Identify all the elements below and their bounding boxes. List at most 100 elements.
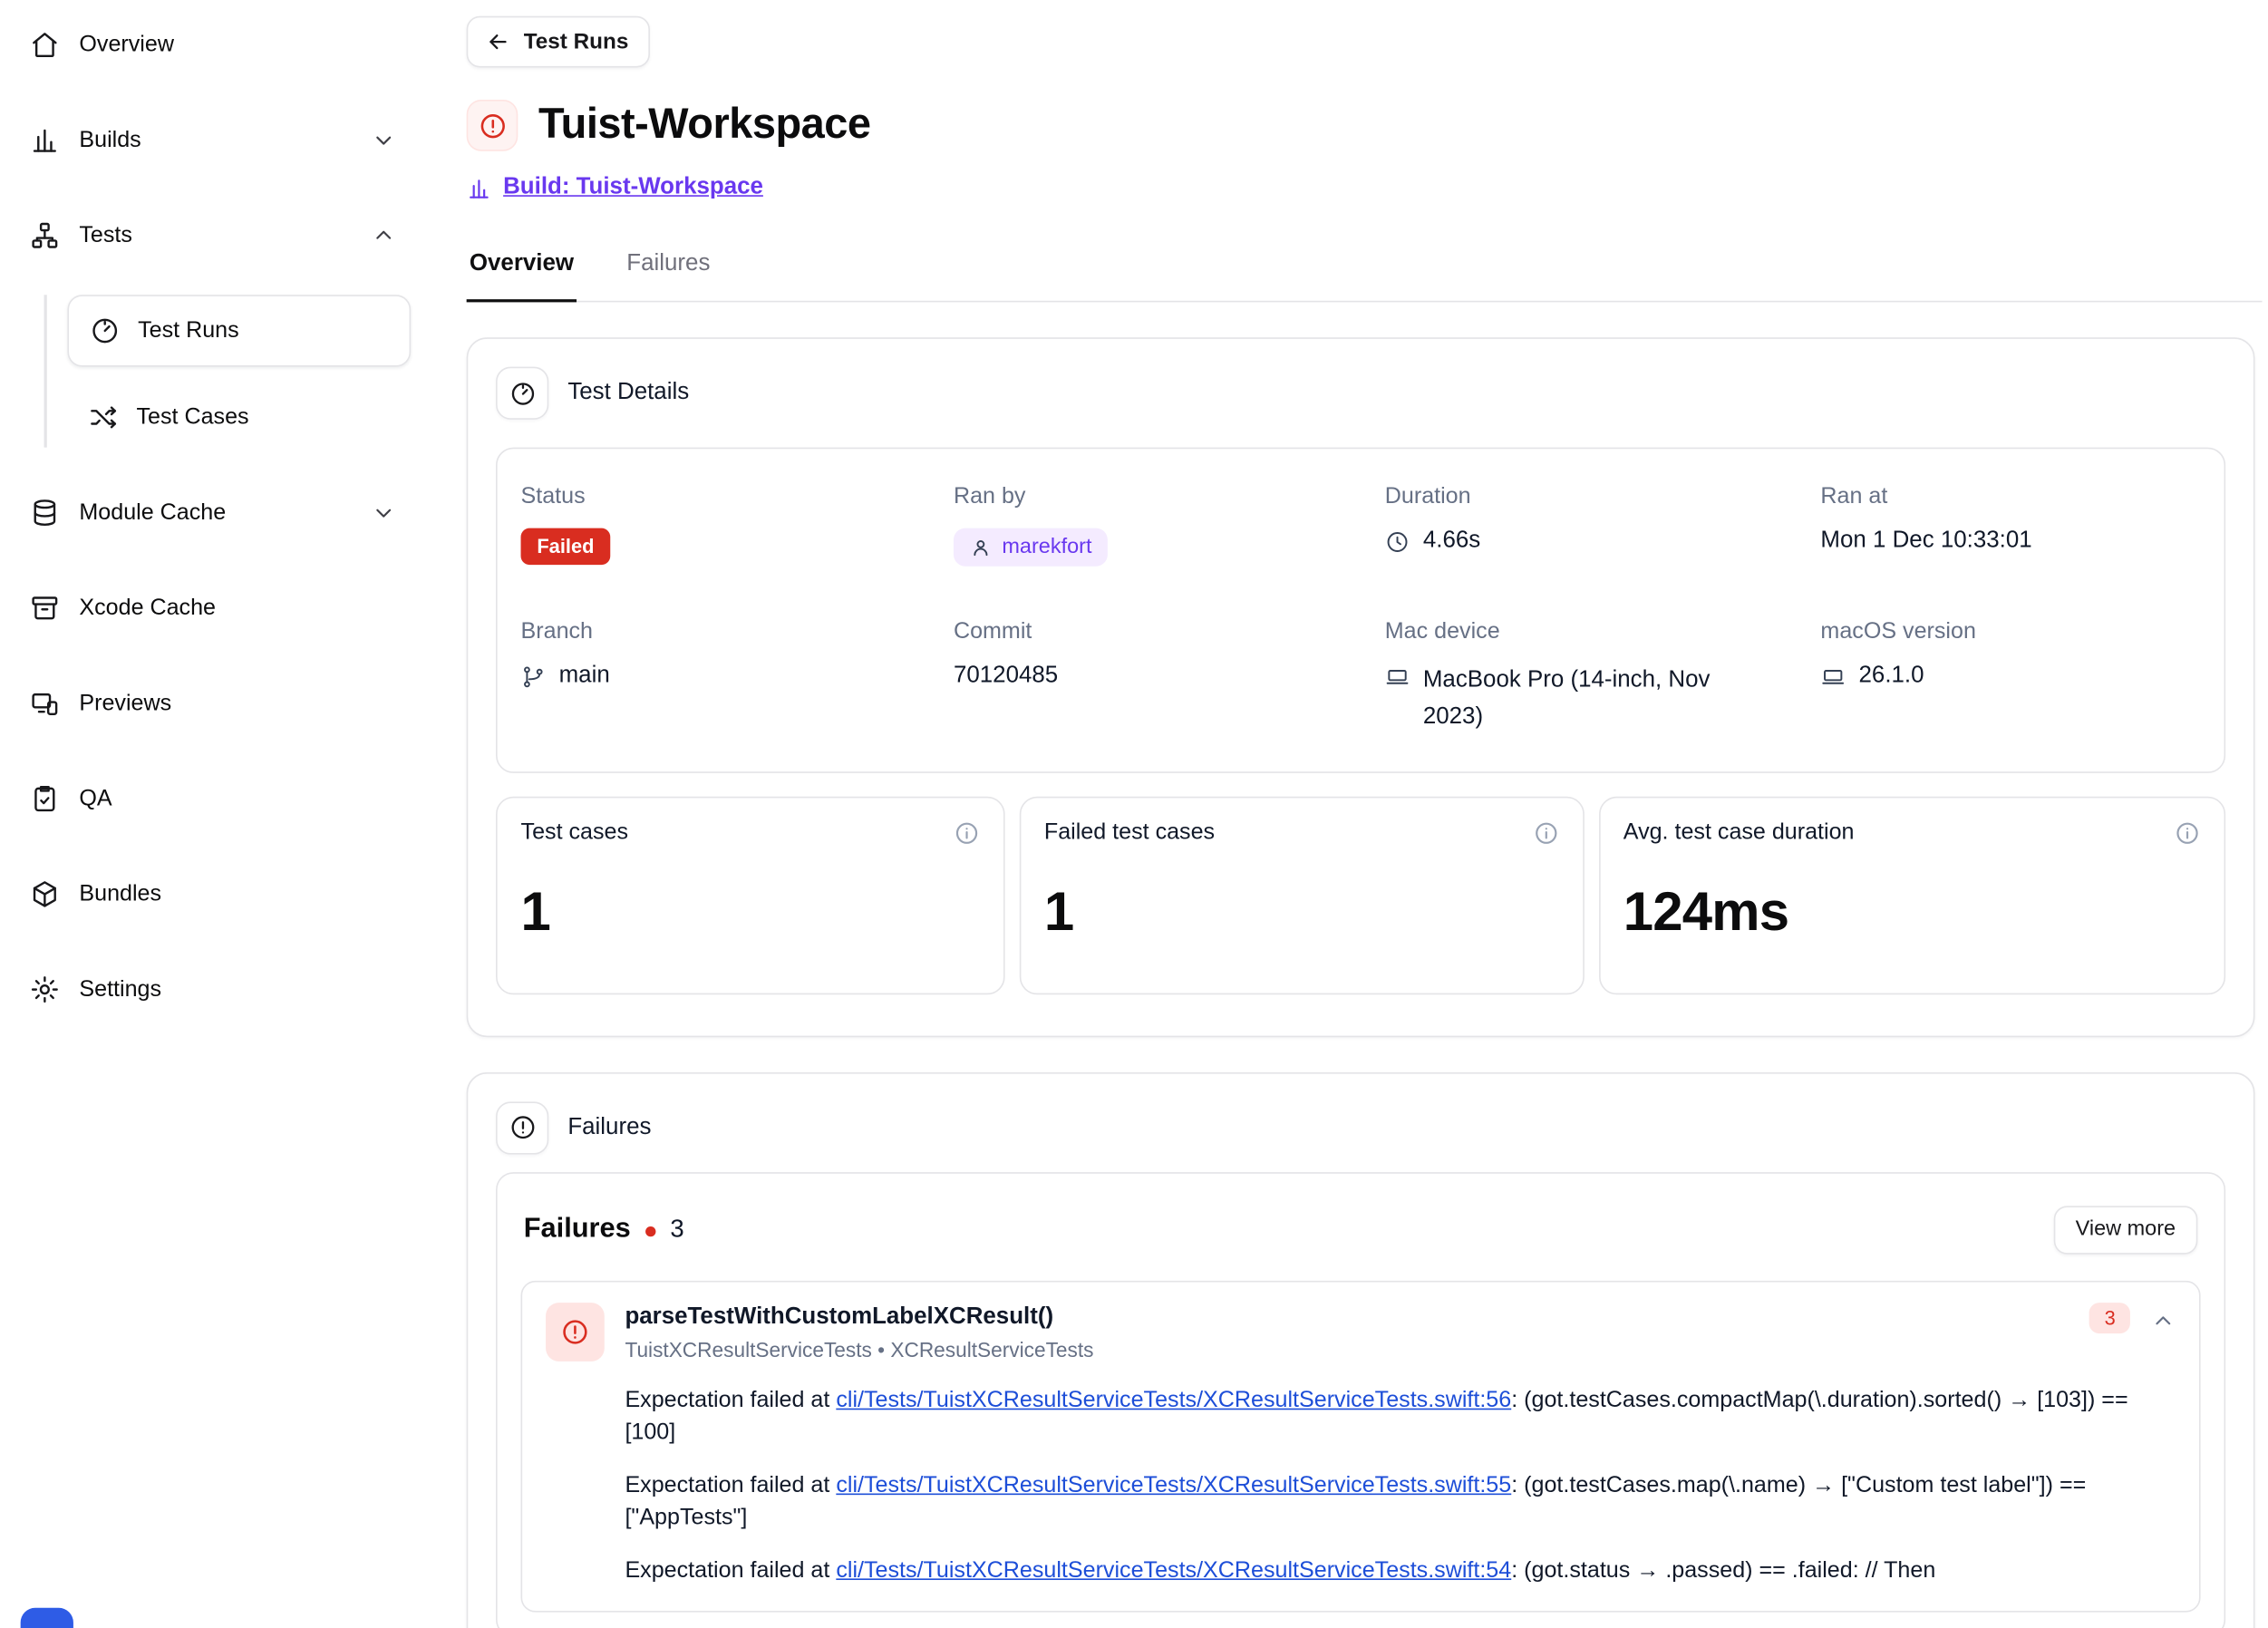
chevron-down-icon (371, 500, 396, 526)
user-badge[interactable]: marekfort (954, 528, 1108, 567)
failed-alert-icon (467, 100, 519, 151)
tab-failures[interactable]: Failures (624, 244, 713, 301)
field-label: macOS version (1820, 619, 2200, 645)
status-badge: Failed (521, 528, 611, 565)
field-label: Mac device (1385, 619, 1821, 645)
shuffle-icon (88, 402, 119, 432)
sidebar-item-overview[interactable]: Overview (24, 9, 417, 81)
user-badge-label: marekfort (1002, 536, 1091, 559)
field-duration: Duration 4.66s (1385, 484, 1821, 567)
info-icon[interactable] (1532, 819, 1558, 846)
build-icon (467, 175, 492, 200)
metric-label: Failed test cases (1044, 819, 1215, 846)
failures-alert-icon (496, 1101, 548, 1154)
chevron-up-icon[interactable] (2151, 1308, 2176, 1333)
failures-count: 3 (670, 1215, 683, 1244)
view-more-button[interactable]: View more (2053, 1206, 2197, 1254)
sidebar-item-label: QA (79, 786, 111, 812)
gear-icon (29, 974, 60, 1005)
count-dot (645, 1226, 655, 1236)
package-icon (29, 878, 60, 909)
build-link[interactable]: Build: Tuist-Workspace (503, 175, 763, 201)
sidebar-item-label: Tests (79, 222, 132, 248)
branch-value: main (559, 664, 610, 690)
clock-icon (1385, 529, 1410, 555)
account-avatar[interactable] (21, 1608, 73, 1628)
sidebar-item-label: Xcode Cache (79, 595, 216, 621)
sidebar-item-module-cache[interactable]: Module Cache (24, 477, 417, 548)
laptop-icon (1820, 664, 1846, 690)
metric-value: 1 (1044, 881, 1559, 943)
chevron-up-icon (371, 223, 396, 248)
metric-value: 124ms (1623, 881, 2201, 943)
sidebar-item-test-cases[interactable]: Test Cases (67, 382, 411, 453)
info-icon[interactable] (954, 819, 980, 846)
test-details-card: Test Details Status Failed Ran by (467, 337, 2255, 1036)
metrics-row: Test cases 1 Failed test cases 1 (496, 796, 2225, 993)
failures-title: Failures (567, 1114, 651, 1140)
expectation-prefix: Expectation failed at (625, 1557, 836, 1583)
metric-label: Avg. test case duration (1623, 819, 1855, 846)
expectation-prefix: Expectation failed at (625, 1387, 836, 1412)
main-content: Test Runs Tuist-Workspace Build: Tuist-W… (441, 0, 2268, 1628)
sidebar-item-xcode-cache[interactable]: Xcode Cache (24, 572, 417, 644)
mac-device-value: MacBook Pro (14-inch, Nov 2023) (1423, 664, 1729, 736)
laptop-icon (1385, 664, 1410, 690)
field-ran-at: Ran at Mon 1 Dec 10:33:01 (1820, 484, 2200, 567)
clipboard-check-icon (29, 783, 60, 814)
sidebar-item-previews[interactable]: Previews (24, 667, 417, 739)
back-button-label: Test Runs (524, 29, 629, 54)
info-icon[interactable] (2174, 819, 2200, 846)
field-status: Status Failed (521, 484, 954, 567)
ran-at-value: Mon 1 Dec 10:33:01 (1820, 528, 2031, 555)
database-icon (29, 498, 60, 528)
failures-panel-title: Failures (524, 1214, 631, 1246)
sidebar-item-label: Test Runs (138, 317, 239, 344)
subnav-guide-line (44, 295, 46, 447)
sidebar-item-builds[interactable]: Builds (24, 104, 417, 176)
expectation-line: Expectation failed at cli/Tests/TuistXCR… (625, 1384, 2176, 1449)
chevron-down-icon (371, 128, 396, 153)
page-title: Tuist-Workspace (538, 102, 871, 150)
sidebar-item-tests[interactable]: Tests (24, 199, 417, 271)
alert-icon (546, 1302, 605, 1361)
sidebar-item-label: Overview (79, 32, 174, 58)
sidebar-item-label: Builds (79, 127, 141, 153)
expectation-file-link[interactable]: cli/Tests/TuistXCResultServiceTests/XCRe… (836, 1387, 1511, 1412)
back-button[interactable]: Test Runs (467, 16, 651, 68)
failure-item: parseTestWithCustomLabelXCResult() Tuist… (521, 1280, 2201, 1612)
failure-item-header[interactable]: parseTestWithCustomLabelXCResult() Tuist… (546, 1302, 2176, 1361)
sidebar-item-test-runs[interactable]: Test Runs (67, 295, 411, 366)
field-ran-by: Ran by marekfort (954, 484, 1385, 567)
failure-count-badge: 3 (2089, 1302, 2130, 1332)
field-label: Status (521, 484, 954, 510)
expectation-file-link[interactable]: cli/Tests/TuistXCResultServiceTests/XCRe… (836, 1557, 1511, 1583)
field-branch: Branch main (521, 619, 954, 736)
tests-subnav: Test Runs Test Cases (44, 295, 417, 453)
arrow-left-icon (486, 29, 511, 54)
app-window: Overview Builds Tests (0, 0, 2268, 1628)
viewport: Overview Builds Tests (0, 0, 2268, 1628)
duration-value: 4.66s (1423, 528, 1480, 555)
expectations-list: Expectation failed at cli/Tests/TuistXCR… (625, 1384, 2176, 1586)
home-icon (29, 29, 60, 60)
tab-overview[interactable]: Overview (467, 244, 577, 303)
failure-name: parseTestWithCustomLabelXCResult() (625, 1302, 1093, 1330)
expectation-line: Expectation failed at cli/Tests/TuistXCR… (625, 1469, 2176, 1534)
gauge-icon (90, 315, 121, 346)
field-label: Duration (1385, 484, 1821, 510)
metric-label: Test cases (521, 819, 629, 846)
expectation-file-link[interactable]: cli/Tests/TuistXCResultServiceTests/XCRe… (836, 1472, 1511, 1497)
user-icon (970, 537, 992, 558)
archive-icon (29, 593, 60, 624)
metric-test-cases: Test cases 1 (496, 796, 1004, 993)
sidebar-item-settings[interactable]: Settings (24, 954, 417, 1025)
sidebar-item-bundles[interactable]: Bundles (24, 858, 417, 930)
test-details-grid: Status Failed Ran by marekfort (496, 448, 2225, 773)
sidebar-item-label: Test Cases (137, 404, 249, 431)
sidebar-item-label: Module Cache (79, 499, 226, 526)
sidebar: Overview Builds Tests (0, 0, 441, 1628)
git-branch-icon (521, 664, 547, 690)
expectation-prefix: Expectation failed at (625, 1472, 836, 1497)
sidebar-item-qa[interactable]: QA (24, 763, 417, 835)
